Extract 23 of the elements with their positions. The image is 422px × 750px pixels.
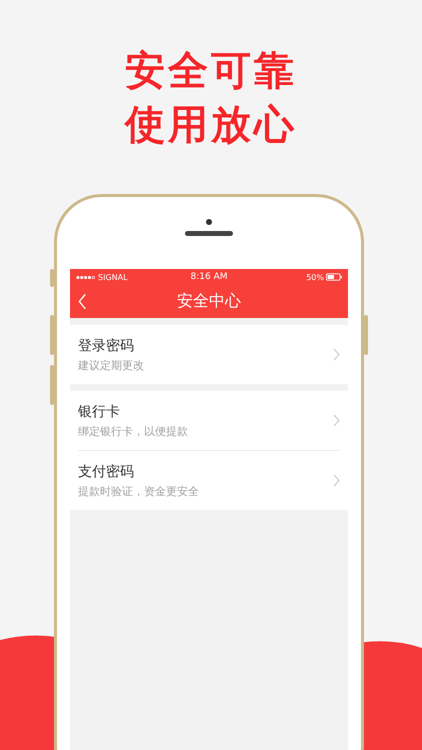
settings-row[interactable]: 支付密码 提款时验证，资金更安全	[78, 450, 340, 510]
signal-icon	[76, 274, 96, 280]
page-title: 安全中心	[177, 291, 241, 312]
back-icon[interactable]	[78, 293, 87, 310]
carrier-label: SIGNAL	[98, 272, 128, 282]
settings-row[interactable]: 银行卡 绑定银行卡，以便提款	[78, 391, 340, 450]
row-subtitle: 绑定银行卡，以便提款	[78, 424, 188, 438]
battery-icon	[326, 273, 342, 281]
speaker-icon	[185, 231, 233, 236]
status-time: 8:16 AM	[190, 272, 228, 282]
row-subtitle: 提款时验证，资金更安全	[78, 484, 199, 498]
chevron-icon	[333, 348, 340, 361]
battery-percent: 50%	[306, 272, 324, 282]
settings-row[interactable]: 登录密码 建议定期更改	[78, 325, 340, 384]
camera-icon	[206, 219, 212, 225]
row-title: 银行卡	[78, 402, 121, 420]
row-title: 支付密码	[78, 462, 135, 480]
row-subtitle: 建议定期更改	[78, 358, 144, 372]
headline: 安全可靠	[125, 47, 297, 96]
row-title: 登录密码	[78, 336, 135, 354]
headline: 使用放心	[125, 101, 297, 150]
chevron-icon	[333, 414, 340, 427]
chevron-icon	[333, 474, 340, 487]
